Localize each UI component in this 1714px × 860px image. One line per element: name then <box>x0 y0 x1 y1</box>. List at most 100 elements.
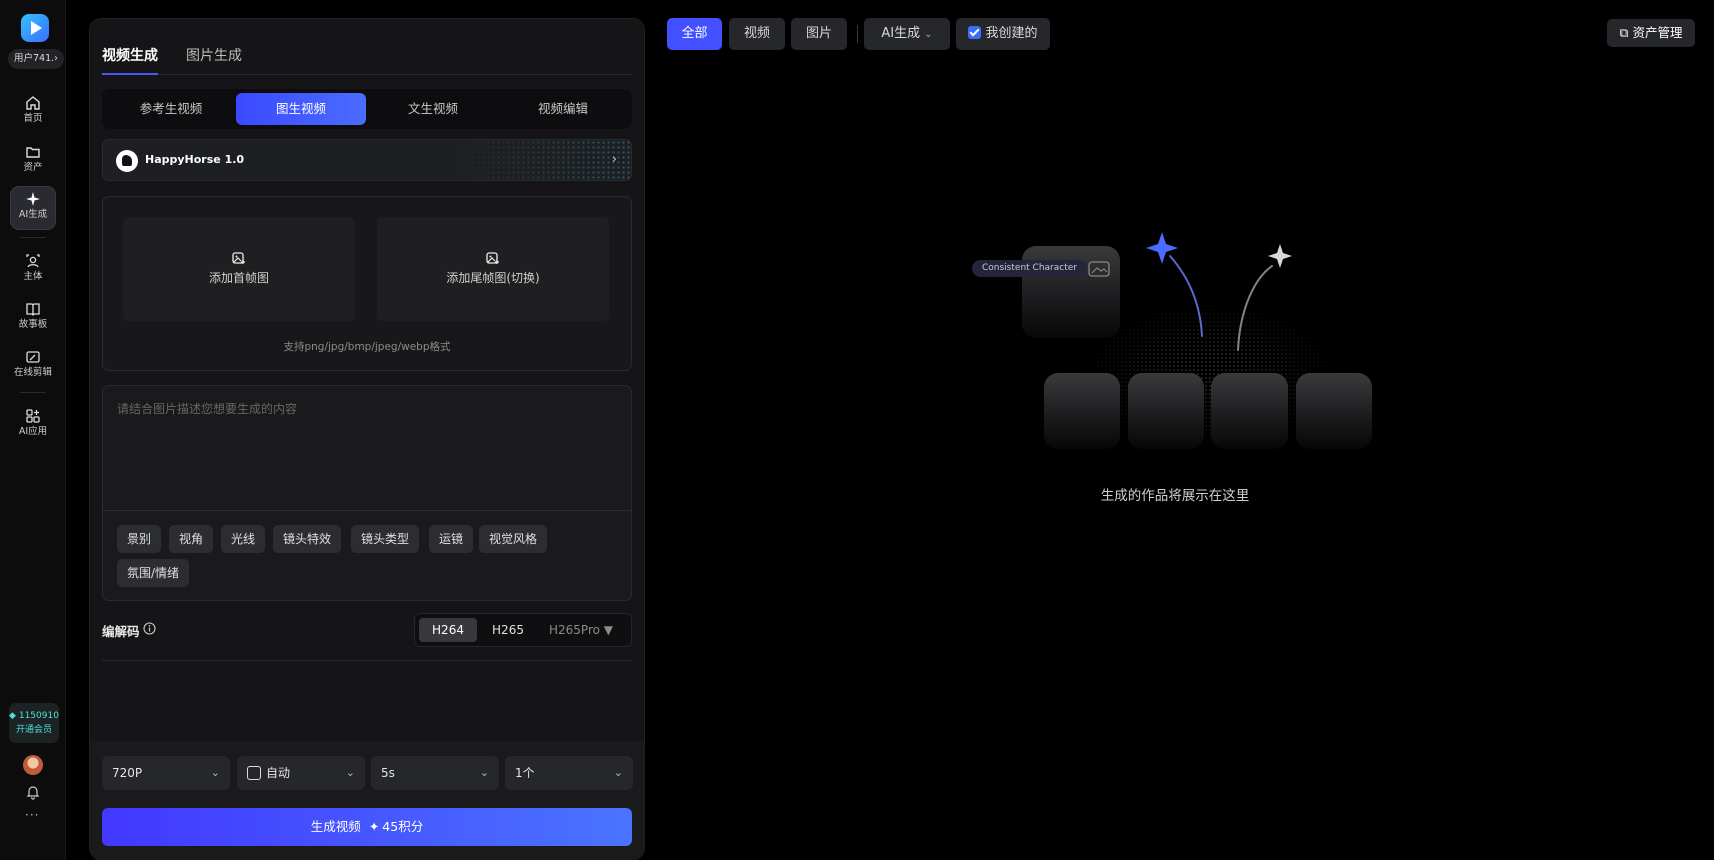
first-frame-label: 添加首帧图 <box>208 271 269 285</box>
mode-tab-text-to-video[interactable]: 文生视频 <box>368 93 498 125</box>
horse-icon <box>116 150 138 172</box>
add-image-icon <box>486 252 499 264</box>
asset-management-button[interactable]: ⧉ 资产管理 <box>1607 19 1695 47</box>
panel-divider <box>102 660 632 661</box>
codec-label: 编解码 <box>102 624 140 639</box>
nav-subject-label: 主体 <box>23 271 43 282</box>
mode-tab-video-edit[interactable]: 视频编辑 <box>498 93 628 125</box>
prompt-box: 景别 视角 光线 镜头特效 镜头类型 运镜 视觉风格 氛围/情绪 <box>102 385 632 601</box>
rail-divider <box>20 392 46 393</box>
apps-icon <box>26 409 40 423</box>
rail-divider <box>20 237 46 238</box>
nav-storyboard[interactable]: 故事板 <box>10 296 56 340</box>
username: 用户741. <box>14 53 55 64</box>
avatar[interactable] <box>23 755 43 775</box>
illustration-tile <box>1211 373 1288 449</box>
empty-state-text: 生成的作品将展示在这里 <box>1100 488 1250 504</box>
generate-video-button[interactable]: 生成视频 ✦ 45积分 <box>102 808 632 846</box>
filter-divider <box>857 25 858 43</box>
last-frame-upload[interactable]: 添加尾帧图(切换) <box>377 217 609 321</box>
last-frame-label: 添加尾帧图(切换) <box>446 271 540 285</box>
ai-generate-dropdown-label: AI生成 <box>881 26 921 41</box>
credit-box[interactable]: ◆ 1150910 开通会员 <box>9 703 59 743</box>
top-tabs: 视频生成 图片生成 <box>102 45 632 75</box>
nav-storyboard-label: 故事板 <box>18 319 48 330</box>
upload-format-hint: 支持png/jpg/bmp/jpeg/webp格式 <box>283 341 451 353</box>
illustration-tile <box>1128 373 1204 449</box>
tab-video-generate[interactable]: 视频生成 <box>102 45 158 75</box>
asset-management-label: 资产管理 <box>1632 25 1683 40</box>
codec-option-h265[interactable]: H265 <box>479 618 537 642</box>
codec-option-h264[interactable]: H264 <box>419 618 477 642</box>
folder-icon <box>26 147 40 158</box>
sparkle-icon: ✦ <box>368 819 380 834</box>
book-icon <box>26 303 40 316</box>
chevron-down-icon: ⌄ <box>613 766 623 779</box>
filter-image[interactable]: 图片 <box>791 18 847 50</box>
filter-video[interactable]: 视频 <box>729 18 785 50</box>
vip-label: 开通会员 <box>15 725 52 735</box>
nav-ai-apps[interactable]: AI应用 <box>10 403 56 447</box>
chip-shot-size[interactable]: 景别 <box>117 525 162 553</box>
nav-home[interactable]: 首页 <box>10 90 56 134</box>
nav-ai-generate-label: AI生成 <box>18 209 48 220</box>
app-logo[interactable] <box>21 14 49 42</box>
duration-select[interactable]: 5s ⌄ <box>371 756 499 790</box>
user-menu[interactable]: 用户741.› <box>8 49 64 69</box>
premium-icon: ▼ <box>603 623 614 637</box>
chip-camera-move[interactable]: 运镜 <box>429 525 474 553</box>
mode-tabs: 参考生视频 图生视频 文生视频 视频编辑 <box>102 89 632 129</box>
frame-upload-area: 添加首帧图 添加尾帧图(切换) 支持png/jpg/bmp/jpeg/webp格… <box>102 196 632 371</box>
codec-selector: H264 H265 H265Pro ▼ <box>414 613 632 647</box>
home-icon <box>26 96 40 110</box>
nav-ai-apps-label: AI应用 <box>18 426 48 437</box>
generation-panel: 视频生成 图片生成 参考生视频 图生视频 文生视频 视频编辑 HappyHors… <box>89 18 645 860</box>
bell-icon[interactable] <box>25 784 41 800</box>
filter-all[interactable]: 全部 <box>667 18 722 50</box>
subject-icon <box>26 254 40 268</box>
nav-ai-generate[interactable]: AI生成 <box>10 186 56 230</box>
first-frame-upload[interactable]: 添加首帧图 <box>123 217 355 321</box>
codec-option-h265pro[interactable]: H265Pro ▼ <box>541 618 621 642</box>
chip-mood[interactable]: 氛围/情绪 <box>117 559 190 587</box>
aspect-select[interactable]: 自动 ⌄ <box>237 756 365 790</box>
mode-tab-image-to-video[interactable]: 图生视频 <box>236 93 366 125</box>
prompt-input[interactable] <box>117 400 617 490</box>
generate-label: 生成视频 <box>310 819 361 834</box>
chip-lens-effect[interactable]: 镜头特效 <box>273 525 342 553</box>
edit-icon <box>26 351 40 363</box>
chip-visual-style[interactable]: 视觉风格 <box>479 525 548 553</box>
duration-value: 5s <box>381 766 395 780</box>
chevron-down-icon: ⌄ <box>210 766 220 779</box>
chip-angle[interactable]: 视角 <box>169 525 214 553</box>
chevron-down-icon: ⌄ <box>345 766 355 779</box>
model-selector[interactable]: HappyHorse 1.0 › <box>102 139 632 181</box>
illustration-tile <box>1044 373 1120 449</box>
aspect-ratio-icon <box>247 766 261 780</box>
resolution-select[interactable]: 720P ⌄ <box>102 756 230 790</box>
more-icon[interactable]: ··· <box>25 808 39 822</box>
nav-online-edit-label: 在线剪辑 <box>13 367 52 378</box>
mine-filter-label: 我创建的 <box>985 26 1038 41</box>
ai-generate-dropdown[interactable]: AI生成 ⌄ <box>864 18 950 50</box>
tab-image-generate[interactable]: 图片生成 <box>186 45 242 75</box>
info-icon[interactable] <box>143 622 156 635</box>
mode-tab-reference-video[interactable]: 参考生视频 <box>106 93 236 125</box>
count-value: 1个 <box>515 766 535 780</box>
aspect-value: 自动 <box>266 766 291 780</box>
prompt-divider <box>103 510 631 511</box>
generate-cost: 45积分 <box>382 819 424 834</box>
nav-assets-label: 资产 <box>23 162 43 173</box>
count-select[interactable]: 1个 ⌄ <box>505 756 633 790</box>
nav-subject[interactable]: 主体 <box>10 248 56 292</box>
sparkle-icon <box>26 192 40 206</box>
sparkle-trails <box>1146 232 1292 351</box>
chip-lighting[interactable]: 光线 <box>221 525 266 553</box>
chevron-right-icon: › <box>611 152 617 167</box>
model-name: HappyHorse 1.0 <box>145 153 245 166</box>
codec-option-h265pro-label: H265Pro <box>548 623 600 637</box>
mine-filter[interactable]: 我创建的 <box>956 18 1050 50</box>
nav-online-edit[interactable]: 在线剪辑 <box>10 344 56 388</box>
nav-assets[interactable]: 资产 <box>10 139 56 183</box>
chip-lens-type[interactable]: 镜头类型 <box>351 525 420 553</box>
